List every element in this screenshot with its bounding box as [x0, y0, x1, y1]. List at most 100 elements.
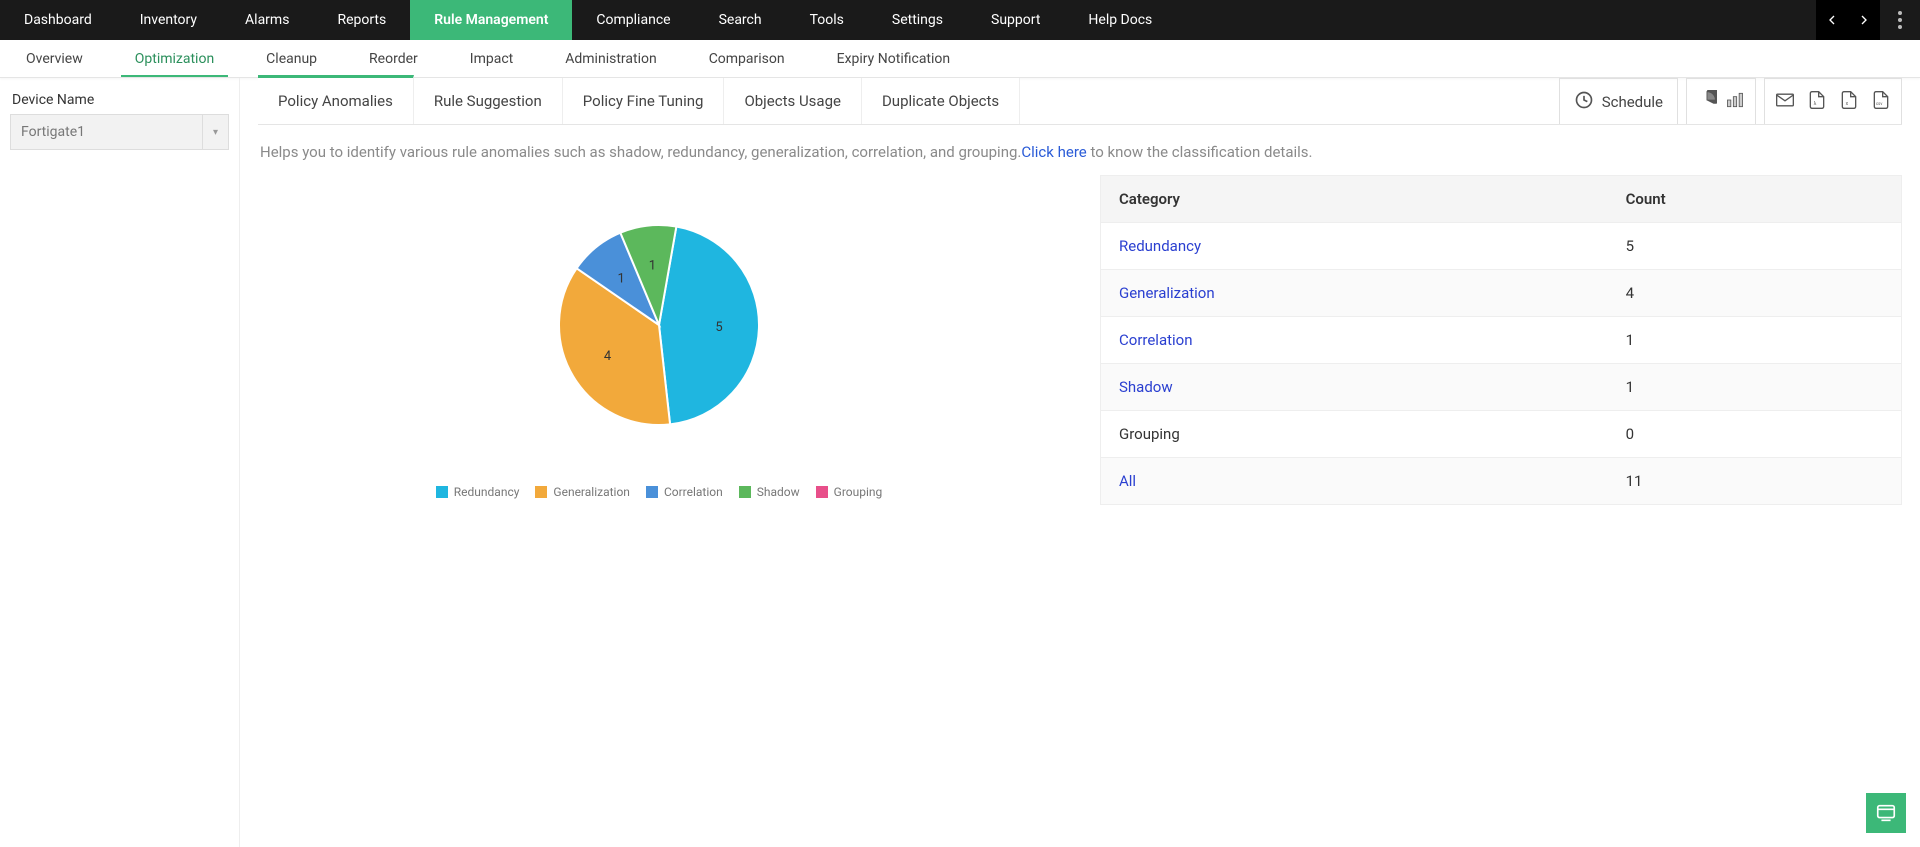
legend-label: Redundancy [454, 485, 520, 499]
count-cell: 5 [1608, 223, 1902, 270]
pdf-export-icon[interactable]: λ [1807, 90, 1827, 114]
legend-swatch [436, 486, 448, 498]
subnav-reorder[interactable]: Reorder [343, 40, 444, 77]
nav-prev-icon[interactable] [1816, 12, 1848, 28]
clock-icon [1574, 90, 1594, 114]
nav-alarms[interactable]: Alarms [221, 0, 313, 40]
nav-compliance[interactable]: Compliance [572, 0, 694, 40]
top-nav: Dashboard Inventory Alarms Reports Rule … [0, 0, 1920, 40]
device-select[interactable]: Fortigate1 ▾ [10, 114, 229, 150]
legend-swatch [739, 486, 751, 498]
schedule-label: Schedule [1602, 93, 1663, 111]
help-link[interactable]: Click here [1021, 143, 1086, 161]
device-selected-value: Fortigate1 [21, 124, 85, 140]
nav-help-docs[interactable]: Help Docs [1064, 0, 1176, 40]
subnav-expiry-notification[interactable]: Expiry Notification [811, 40, 977, 77]
main-content: Policy Anomalies Rule Suggestion Policy … [240, 78, 1920, 847]
svg-text:csv: csv [1876, 102, 1882, 107]
help-text: Helps you to identify various rule anoma… [258, 125, 1902, 165]
subnav-cleanup[interactable]: Cleanup [240, 40, 343, 77]
nav-dashboard[interactable]: Dashboard [0, 0, 116, 40]
nav-reports[interactable]: Reports [313, 0, 410, 40]
th-count: Count [1608, 176, 1902, 223]
table-row: Shadow1 [1101, 364, 1902, 411]
legend-label: Correlation [664, 485, 723, 499]
legend-item[interactable]: Shadow [739, 485, 800, 499]
anomaly-table: Category Count Redundancy5Generalization… [1100, 175, 1902, 505]
legend-swatch [535, 486, 547, 498]
legend-item[interactable]: Redundancy [436, 485, 520, 499]
pie-slice-label: 4 [604, 349, 612, 364]
table-row: All11 [1101, 458, 1902, 505]
nav-search[interactable]: Search [695, 0, 786, 40]
subnav-administration[interactable]: Administration [539, 40, 682, 77]
legend-label: Generalization [553, 485, 630, 499]
help-text-tail: to know the classification details. [1087, 143, 1313, 161]
legend-swatch [646, 486, 658, 498]
nav-next-icon[interactable] [1848, 12, 1880, 28]
content-tabs: Policy Anomalies Rule Suggestion Policy … [258, 78, 1902, 125]
count-cell: 4 [1608, 270, 1902, 317]
pie-slice-label: 1 [649, 258, 656, 273]
help-text-lead: Helps you to identify various rule anoma… [260, 143, 1021, 161]
legend-label: Shadow [757, 485, 800, 499]
legend-item[interactable]: Grouping [816, 485, 883, 499]
pie-slice-label: 1 [618, 271, 625, 286]
nav-arrows [1816, 0, 1880, 40]
sidebar: Device Name Fortigate1 ▾ [0, 78, 240, 847]
nav-support[interactable]: Support [967, 0, 1064, 40]
chart-legend: Redundancy Generalization Correlation Shado… [436, 485, 883, 499]
count-cell: 0 [1608, 411, 1902, 458]
export-actions: λ x csv [1764, 78, 1902, 124]
table-row: Correlation1 [1101, 317, 1902, 364]
feedback-fab[interactable] [1866, 793, 1906, 833]
category-cell[interactable]: Redundancy [1101, 223, 1608, 270]
nav-inventory[interactable]: Inventory [116, 0, 221, 40]
bar-chart-icon [1725, 90, 1745, 114]
count-cell: 11 [1608, 458, 1902, 505]
th-category: Category [1101, 176, 1608, 223]
csv-export-icon[interactable]: csv [1871, 90, 1891, 114]
legend-item[interactable]: Generalization [535, 485, 630, 499]
count-cell: 1 [1608, 364, 1902, 411]
table-row: Generalization4 [1101, 270, 1902, 317]
tab-policy-fine-tuning[interactable]: Policy Fine Tuning [563, 78, 725, 124]
pie-slice[interactable] [659, 227, 759, 425]
tab-rule-suggestion[interactable]: Rule Suggestion [414, 78, 563, 124]
tab-objects-usage[interactable]: Objects Usage [724, 78, 862, 124]
category-cell[interactable]: Generalization [1101, 270, 1608, 317]
nav-tools[interactable]: Tools [786, 0, 868, 40]
more-menu-icon[interactable] [1880, 0, 1920, 40]
chart-type-toggle[interactable] [1686, 78, 1756, 124]
table-row: Grouping0 [1101, 411, 1902, 458]
legend-swatch [816, 486, 828, 498]
chart-column: 5 4 1 1 Redundancy Generalization Correlation… [258, 175, 1060, 499]
caret-down-icon: ▾ [202, 115, 218, 149]
svg-text:x: x [1846, 101, 1849, 107]
pie-chart: 5 4 1 1 [529, 195, 789, 455]
pie-slice-label: 5 [715, 320, 722, 335]
category-cell[interactable]: Shadow [1101, 364, 1608, 411]
legend-label: Grouping [834, 485, 883, 499]
category-cell[interactable]: Correlation [1101, 317, 1608, 364]
xls-export-icon[interactable]: x [1839, 90, 1859, 114]
svg-text:λ: λ [1814, 101, 1817, 107]
schedule-button[interactable]: Schedule [1559, 78, 1678, 124]
nav-settings[interactable]: Settings [868, 0, 967, 40]
legend-item[interactable]: Correlation [646, 485, 723, 499]
device-name-label: Device Name [10, 92, 229, 108]
category-cell: Grouping [1101, 411, 1608, 458]
subnav-comparison[interactable]: Comparison [683, 40, 811, 77]
table-row: Redundancy5 [1101, 223, 1902, 270]
category-cell[interactable]: All [1101, 458, 1608, 505]
subnav-overview[interactable]: Overview [0, 40, 109, 77]
subnav-impact[interactable]: Impact [444, 40, 539, 77]
count-cell: 1 [1608, 317, 1902, 364]
mail-icon[interactable] [1775, 90, 1795, 114]
tab-policy-anomalies[interactable]: Policy Anomalies [258, 75, 414, 124]
table-column: Category Count Redundancy5Generalization… [1100, 175, 1902, 505]
subnav-optimization[interactable]: Optimization [109, 40, 240, 77]
nav-rule-management[interactable]: Rule Management [410, 0, 572, 40]
tab-duplicate-objects[interactable]: Duplicate Objects [862, 78, 1020, 124]
pie-chart-icon [1697, 90, 1717, 114]
